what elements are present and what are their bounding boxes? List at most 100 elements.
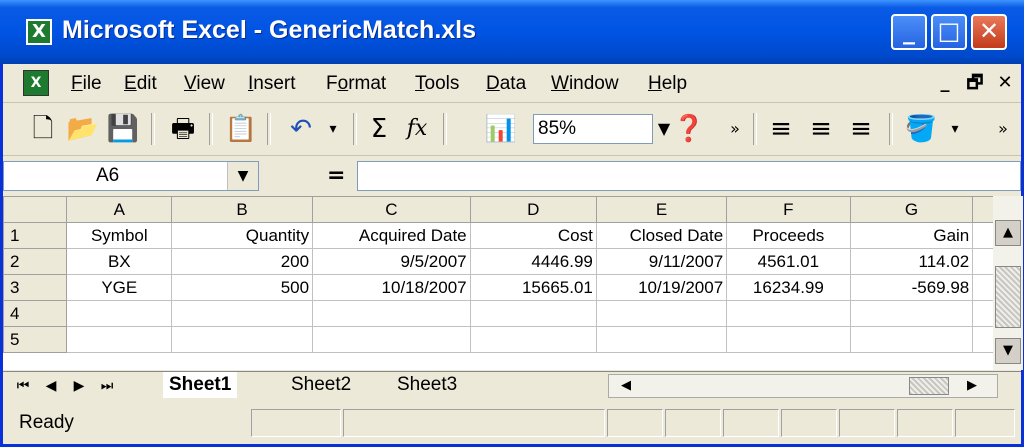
name-box[interactable]: A6 ▼ xyxy=(3,161,259,191)
tab-sheet1[interactable]: Sheet1 xyxy=(163,372,238,398)
cell[interactable]: -569.98 xyxy=(849,274,974,301)
cell[interactable]: 200 xyxy=(171,248,314,275)
vertical-scrollbar[interactable]: ▲ ▼ xyxy=(993,196,1023,370)
help-icon[interactable]: ❓ xyxy=(671,111,707,147)
cell[interactable]: 114.02 xyxy=(849,248,974,275)
column-header-F[interactable]: F xyxy=(726,196,851,223)
cell[interactable]: 9/5/2007 xyxy=(312,248,471,275)
insert-function-icon[interactable]: fx xyxy=(399,111,435,147)
resize-grip-icon[interactable] xyxy=(955,409,1015,437)
fill-color-icon[interactable]: 🪣 xyxy=(903,111,939,147)
align-center-icon[interactable]: ≡ xyxy=(803,111,839,147)
column-header-B[interactable]: B xyxy=(171,196,314,223)
column-header-G[interactable]: G xyxy=(849,196,974,223)
chevron-down-icon[interactable]: ▼ xyxy=(227,162,258,190)
cell[interactable] xyxy=(171,300,314,327)
minimize-button[interactable]: _ xyxy=(891,14,927,50)
last-sheet-icon[interactable]: ⏭ xyxy=(95,374,119,398)
menu-format[interactable]: Format xyxy=(326,73,386,95)
scroll-right-icon[interactable]: ▶ xyxy=(961,375,983,397)
cell[interactable] xyxy=(849,300,974,327)
align-left-icon[interactable]: ≡ xyxy=(763,111,799,147)
scroll-thumb[interactable] xyxy=(909,377,949,395)
row-header[interactable]: 4 xyxy=(2,300,68,327)
first-sheet-icon[interactable]: ⏮ xyxy=(11,374,35,398)
menu-tools[interactable]: Tools xyxy=(415,73,459,95)
scroll-up-icon[interactable]: ▲ xyxy=(995,220,1021,246)
tab-sheet2[interactable]: Sheet2 xyxy=(285,372,357,398)
cell[interactable]: 15665.01 xyxy=(469,274,597,301)
cell[interactable]: 10/19/2007 xyxy=(595,274,728,301)
cell[interactable]: Quantity xyxy=(171,222,314,249)
new-document-icon[interactable]: 🗋 xyxy=(25,111,61,147)
toolbar-options-icon[interactable]: » xyxy=(717,111,753,147)
fill-color-dropdown-icon[interactable]: ▾ xyxy=(937,111,973,147)
cell[interactable]: 9/11/2007 xyxy=(595,248,728,275)
close-button[interactable]: ✕ xyxy=(971,14,1007,50)
paste-icon[interactable]: 📋 xyxy=(223,111,259,147)
doc-restore-button[interactable]: 🗗 xyxy=(963,71,987,95)
maximize-button[interactable]: □ xyxy=(931,14,967,50)
chart-wizard-icon[interactable]: 📊 xyxy=(483,111,519,147)
doc-close-button[interactable]: ✕ xyxy=(993,71,1017,95)
undo-dropdown-icon[interactable]: ▾ xyxy=(315,111,351,147)
cell[interactable] xyxy=(595,300,728,327)
cell[interactable]: BX xyxy=(66,248,173,275)
cell[interactable] xyxy=(66,326,173,353)
title-bar[interactable]: X Microsoft Excel - GenericMatch.xls _ □… xyxy=(0,0,1024,64)
autosum-icon[interactable]: Σ xyxy=(361,111,397,147)
menu-help[interactable]: Help xyxy=(648,73,687,95)
cell[interactable]: YGE xyxy=(66,274,173,301)
align-right-icon[interactable]: ≡ xyxy=(843,111,879,147)
zoom-select[interactable]: 85% xyxy=(533,114,653,144)
column-header-D[interactable]: D xyxy=(469,196,597,223)
cell[interactable]: Proceeds xyxy=(726,222,851,249)
next-sheet-icon[interactable]: ▶ xyxy=(67,374,91,398)
row-header[interactable]: 3 xyxy=(2,274,68,301)
cell[interactable] xyxy=(469,300,597,327)
save-icon[interactable]: 💾 xyxy=(105,111,141,147)
row-header[interactable]: 5 xyxy=(2,326,68,353)
cell[interactable] xyxy=(469,326,597,353)
undo-icon[interactable]: ↶ xyxy=(283,111,319,147)
cell[interactable] xyxy=(849,326,974,353)
cell[interactable]: 16234.99 xyxy=(726,274,851,301)
menu-window[interactable]: Window xyxy=(551,73,619,95)
cell[interactable]: Cost xyxy=(469,222,597,249)
menu-file[interactable]: File xyxy=(71,73,102,95)
cell[interactable]: Gain xyxy=(849,222,974,249)
menu-data[interactable]: Data xyxy=(486,73,526,95)
row-header[interactable]: 1 xyxy=(2,222,68,249)
cell[interactable]: Acquired Date xyxy=(312,222,471,249)
workbook-icon[interactable]: X xyxy=(23,70,49,96)
cell[interactable]: Closed Date xyxy=(595,222,728,249)
cell[interactable] xyxy=(312,300,471,327)
horizontal-scrollbar[interactable]: ◀ ▶ xyxy=(608,374,998,398)
cell[interactable]: 4561.01 xyxy=(726,248,851,275)
excel-icon[interactable]: X xyxy=(26,19,52,45)
scroll-thumb[interactable] xyxy=(995,266,1021,328)
cell[interactable] xyxy=(171,326,314,353)
cell[interactable] xyxy=(66,300,173,327)
menu-view[interactable]: View xyxy=(184,73,225,95)
cell[interactable] xyxy=(726,326,851,353)
column-header-A[interactable]: A xyxy=(66,196,173,223)
cell[interactable] xyxy=(726,300,851,327)
menu-insert[interactable]: Insert xyxy=(248,73,296,95)
cell[interactable]: Symbol xyxy=(66,222,173,249)
open-folder-icon[interactable]: 📂 xyxy=(65,111,101,147)
toolbar-options-icon[interactable]: » xyxy=(985,111,1021,147)
cell[interactable]: 4446.99 xyxy=(469,248,597,275)
cell[interactable]: 10/18/2007 xyxy=(312,274,471,301)
cell[interactable] xyxy=(595,326,728,353)
print-icon[interactable]: 🖶 xyxy=(165,111,201,147)
cell[interactable] xyxy=(312,326,471,353)
formula-input[interactable] xyxy=(357,161,1021,191)
row-header[interactable]: 2 xyxy=(2,248,68,275)
previous-sheet-icon[interactable]: ◀ xyxy=(39,374,63,398)
scroll-down-icon[interactable]: ▼ xyxy=(995,338,1021,364)
column-header-C[interactable]: C xyxy=(312,196,471,223)
column-header-E[interactable]: E xyxy=(595,196,728,223)
scroll-left-icon[interactable]: ◀ xyxy=(615,375,637,397)
select-all-corner[interactable] xyxy=(2,196,68,223)
